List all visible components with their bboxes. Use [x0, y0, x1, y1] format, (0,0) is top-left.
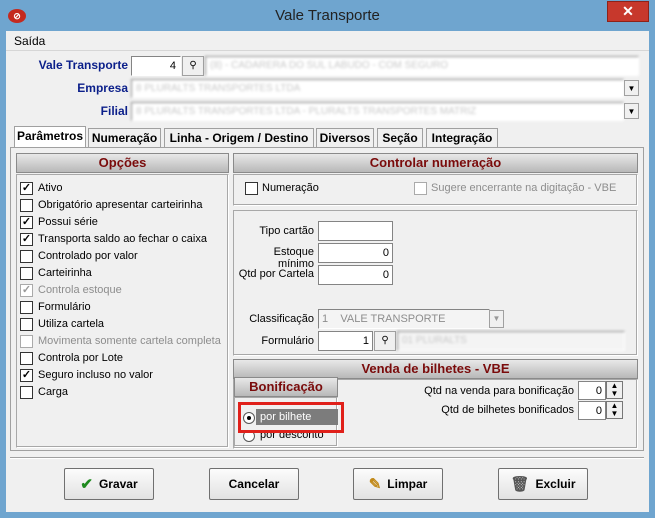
tab-integracao[interactable]: Integração: [426, 128, 498, 147]
opcao-label: Controla estoque: [38, 284, 122, 296]
formulario-code-input[interactable]: 1: [318, 331, 373, 351]
sugere-encerrante-label: Sugere encerrante na digitação - VBE: [431, 182, 617, 194]
opcao-label: Seguro incluso no valor: [38, 369, 153, 381]
highlight-box: [238, 402, 344, 433]
tab-parametros[interactable]: Parâmetros: [14, 126, 86, 148]
chevron-down-icon[interactable]: ▼: [489, 310, 504, 328]
checkmark-icon: ✔: [80, 475, 93, 493]
opcao-label: Carteirinha: [38, 267, 92, 279]
classificacao-select[interactable]: 1 VALE TRANSPORTE: [318, 309, 490, 329]
opcao-checkbox[interactable]: [20, 335, 33, 348]
vale-code-input[interactable]: 4: [131, 56, 181, 76]
cancelar-label: Cancelar: [228, 477, 280, 491]
bottom-separator: [10, 457, 644, 459]
binoculars-search-icon[interactable]: ⚲: [182, 56, 204, 76]
opcao-label: Formulário: [38, 301, 91, 313]
opcao-checkbox[interactable]: [20, 318, 33, 331]
eraser-icon: ✎: [368, 475, 382, 493]
opcao-label: Carga: [38, 386, 68, 398]
bonificacao-header: Bonificação: [234, 377, 338, 397]
numeracao-label: Numeração: [262, 182, 319, 194]
gravar-button[interactable]: ✔ Gravar: [64, 468, 154, 500]
tipo-cartao-input[interactable]: [318, 221, 393, 241]
opcao-label: Utiliza cartela: [38, 318, 105, 330]
opcao-checkbox[interactable]: [20, 267, 33, 280]
spin-updown-icon[interactable]: ▲ ▼: [606, 381, 623, 399]
vale-transporte-label: Vale Transporte: [38, 58, 128, 72]
opcao-checkbox[interactable]: ✓: [20, 284, 33, 297]
binoculars-search-icon[interactable]: ⚲: [374, 331, 396, 351]
cancelar-button[interactable]: Cancelar: [209, 468, 299, 500]
empresa-select[interactable]: 8 PLURALTS TRANSPORTES LTDA: [131, 79, 624, 98]
formulario-name-field: 01 PLURALTS: [397, 331, 625, 351]
trash-icon: 🗑: [510, 475, 530, 493]
filial-label: Filial: [100, 104, 128, 118]
tipo-cartao-label: Tipo cartão: [259, 225, 314, 237]
opcao-checkbox[interactable]: ✓: [20, 369, 33, 382]
qtd-cartela-label: Qtd por Cartela: [238, 268, 314, 280]
opcao-checkbox[interactable]: [20, 250, 33, 263]
controlar-numeracao-header: Controlar numeração: [233, 153, 638, 173]
opcao-label: Possui série: [38, 216, 98, 228]
vbe-header: Venda de bilhetes - VBE: [233, 359, 638, 379]
qtd-venda-label: Qtd na venda para bonificação: [424, 385, 574, 397]
opcao-checkbox[interactable]: [20, 386, 33, 399]
opcao-checkbox[interactable]: ✓: [20, 233, 33, 246]
close-button[interactable]: ✕: [607, 1, 649, 22]
opcao-checkbox[interactable]: [20, 301, 33, 314]
opcao-label: Ativo: [38, 182, 63, 194]
numeracao-checkbox[interactable]: [245, 182, 258, 195]
limpar-label: Limpar: [387, 477, 428, 491]
tab-linha-origem-destino[interactable]: Linha - Origem / Destino: [164, 128, 314, 147]
opcao-label: Controlado por valor: [38, 250, 138, 262]
opcao-label: Movimenta somente cartela completa: [38, 335, 221, 347]
spin-updown-icon[interactable]: ▲ ▼: [606, 401, 623, 419]
opcao-checkbox[interactable]: [20, 352, 33, 365]
opcao-checkbox[interactable]: [20, 199, 33, 212]
menu-item-saida[interactable]: Saída: [14, 34, 45, 48]
tab-numeracao[interactable]: Numeração: [88, 128, 161, 147]
classificacao-label: Classificação: [249, 313, 314, 325]
qtd-bilhetes-input[interactable]: 0: [578, 401, 606, 420]
sugere-encerrante-checkbox[interactable]: [414, 182, 427, 195]
estoque-minimo-input[interactable]: 0: [318, 243, 393, 263]
empresa-label: Empresa: [77, 81, 128, 95]
estoque-minimo-label: Estoque mínimo: [273, 246, 314, 270]
qtd-cartela-input[interactable]: 0: [318, 265, 393, 285]
excluir-label: Excluir: [535, 477, 576, 491]
opcao-checkbox[interactable]: ✓: [20, 182, 33, 195]
chevron-down-icon[interactable]: ▼: [624, 80, 639, 96]
opcao-label: Controla por Lote: [38, 352, 123, 364]
menu-bar: Saída: [6, 31, 649, 51]
gravar-label: Gravar: [98, 477, 138, 491]
limpar-button[interactable]: ✎ Limpar: [353, 468, 443, 500]
qtd-venda-input[interactable]: 0: [578, 381, 606, 400]
tab-secao[interactable]: Seção: [377, 128, 423, 147]
excluir-button[interactable]: 🗑 Excluir: [498, 468, 588, 500]
chevron-down-icon[interactable]: ▼: [624, 103, 639, 119]
tab-diversos[interactable]: Diversos: [316, 128, 374, 147]
qtd-bilhetes-label: Qtd de bilhetes bonificados: [441, 404, 574, 416]
window-title: Vale Transporte: [275, 7, 380, 24]
opcao-label: Obrigatório apresentar carteirinha: [38, 199, 203, 211]
opcao-checkbox[interactable]: ✓: [20, 216, 33, 229]
filial-select[interactable]: 8 PLURALTS TRANSPORTES LTDA - PLURALTS T…: [131, 102, 624, 121]
formulario-label: Formulário: [261, 335, 314, 347]
opcoes-header: Opções: [16, 153, 229, 173]
title-bar: ⊘ Vale Transporte ✕: [0, 0, 655, 32]
opcao-label: Transporta saldo ao fechar o caixa: [38, 233, 207, 245]
vale-name-field: (8) - CADARERA DO SUL LABUDO - COM SEGUR…: [205, 56, 639, 76]
